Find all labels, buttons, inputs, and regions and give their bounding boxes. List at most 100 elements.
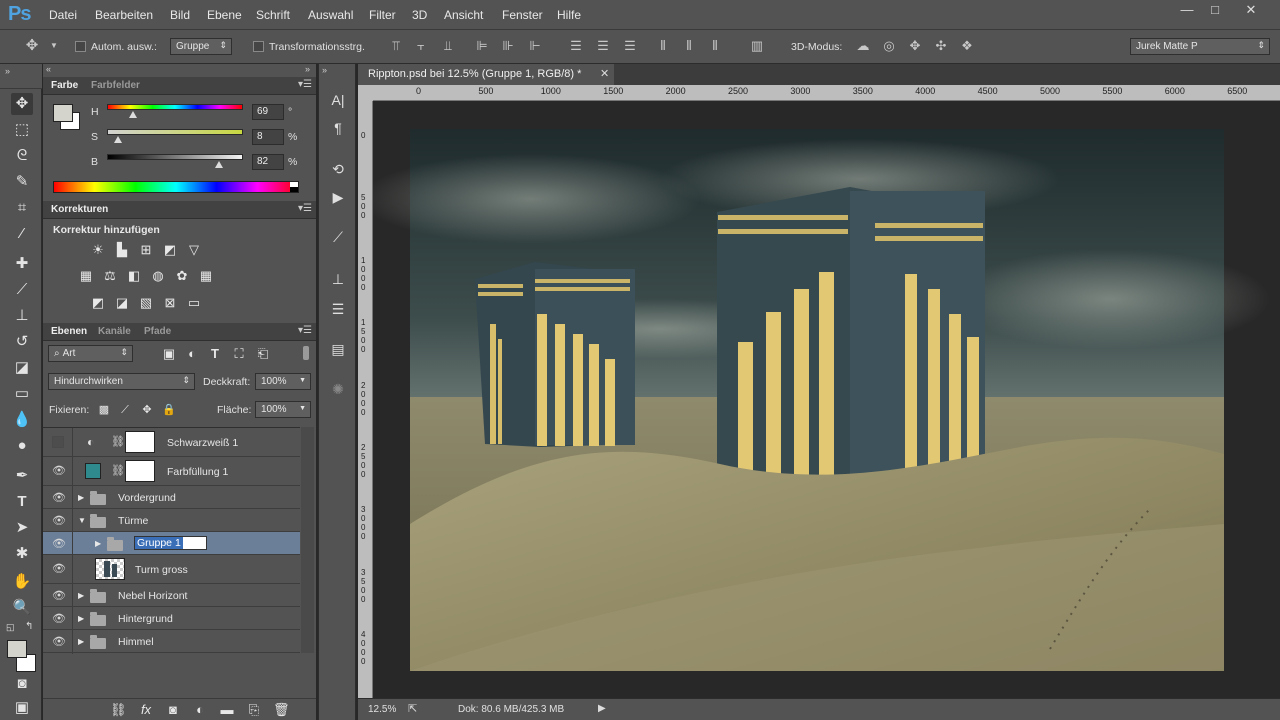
- layer-mask-thumbnail[interactable]: [125, 431, 155, 453]
- curves-icon[interactable]: ⊞: [138, 243, 154, 257]
- distribute-bottom-icon[interactable]: ☰: [622, 38, 638, 54]
- black-white-icon[interactable]: ◧: [126, 269, 142, 283]
- paragraph-panel-icon[interactable]: ¶: [329, 119, 347, 137]
- zoom-tool-icon[interactable]: 🔍: [11, 597, 33, 619]
- saturation-slider[interactable]: [107, 129, 243, 135]
- fill-field[interactable]: 100% ▼: [255, 401, 311, 418]
- eyedropper-tool-icon[interactable]: ⁄: [11, 223, 33, 245]
- align-right-icon[interactable]: ⊩: [527, 38, 543, 54]
- menu-ebene[interactable]: Ebene: [207, 8, 242, 22]
- add-mask-icon[interactable]: ◙: [165, 703, 181, 717]
- hue-slider[interactable]: [107, 104, 243, 110]
- clone-source-icon[interactable]: ⊥: [329, 270, 347, 288]
- lock-position-icon[interactable]: ✥: [139, 403, 155, 417]
- filter-adjustment-icon[interactable]: ◐: [184, 347, 200, 361]
- align-top-icon[interactable]: ⫪: [388, 38, 404, 54]
- align-bottom-icon[interactable]: ⫫: [440, 38, 456, 54]
- quick-select-tool-icon[interactable]: ✎: [11, 171, 33, 193]
- color-spectrum-bar[interactable]: [53, 181, 299, 193]
- filter-toggle[interactable]: [303, 346, 309, 360]
- actions-panel-icon[interactable]: ▶: [329, 188, 347, 206]
- menu-schrift[interactable]: Schrift: [256, 8, 290, 22]
- expand-triangle-icon[interactable]: ▶: [78, 591, 84, 600]
- crop-tool-icon[interactable]: ⌗: [11, 197, 33, 219]
- distribute-left-icon[interactable]: ⦀: [655, 38, 671, 54]
- brightness-slider-thumb[interactable]: [214, 161, 223, 168]
- minimize-button[interactable]: —: [1174, 2, 1200, 20]
- menu-hilfe[interactable]: Hilfe: [557, 8, 581, 22]
- layer-row-nebel-horizont[interactable]: 👁 ▶ Nebel Horizont: [43, 584, 300, 607]
- lock-pixels-icon[interactable]: ⟋: [117, 403, 133, 417]
- vertical-ruler[interactable]: 0 500 1000 1500 2000 2500 3000 3500 4000: [358, 101, 373, 698]
- maximize-button[interactable]: □: [1202, 2, 1228, 20]
- collapse-icon[interactable]: »: [322, 65, 327, 75]
- gradient-tool-icon[interactable]: ▭: [11, 383, 33, 405]
- new-group-icon[interactable]: ▬: [219, 703, 235, 717]
- eye-icon[interactable]: 👁: [52, 491, 66, 505]
- move-tool-icon[interactable]: ✥: [11, 93, 33, 115]
- lasso-tool-icon[interactable]: ᘓ: [11, 145, 33, 167]
- invert-icon[interactable]: ◩: [90, 296, 106, 310]
- fill-color-thumbnail[interactable]: [85, 463, 101, 479]
- dodge-tool-icon[interactable]: ●: [11, 435, 33, 457]
- canvas-area[interactable]: [373, 101, 1280, 698]
- move-tool-preset-icon[interactable]: ✥: [24, 38, 40, 54]
- posterize-icon[interactable]: ◪: [114, 296, 130, 310]
- layer-row-tuerme[interactable]: 👁 ▼ Türme: [43, 509, 300, 532]
- panel-menu-icon[interactable]: ▾☰: [298, 325, 312, 336]
- link-layers-icon[interactable]: ⛓: [110, 703, 127, 717]
- properties-panel-icon[interactable]: ☰: [329, 300, 347, 318]
- path-select-tool-icon[interactable]: ➤: [11, 517, 33, 539]
- close-window-button[interactable]: ✕: [1238, 2, 1264, 20]
- chevron-down-icon[interactable]: ▼: [46, 38, 62, 54]
- menu-fenster[interactable]: Fenster: [502, 8, 543, 22]
- transform-controls-checkbox[interactable]: [253, 41, 264, 52]
- menu-datei[interactable]: Datei: [49, 8, 77, 22]
- brightness-contrast-icon[interactable]: ☀: [90, 243, 106, 257]
- tab-ebenen[interactable]: Ebenen: [51, 326, 87, 337]
- eraser-tool-icon[interactable]: ◪: [11, 357, 33, 379]
- blend-mode-dropdown[interactable]: Hindurchwirken ⇕: [48, 373, 195, 390]
- expand-icon[interactable]: «: [46, 64, 51, 74]
- hue-value[interactable]: 69: [252, 104, 284, 120]
- brightness-slider[interactable]: [107, 154, 243, 160]
- opacity-field[interactable]: 100% ▼: [255, 373, 311, 390]
- panel-menu-icon[interactable]: ▾☰: [298, 79, 312, 90]
- roll-3d-icon[interactable]: ◎: [881, 38, 897, 54]
- layers-scrollbar[interactable]: [301, 427, 314, 653]
- filter-pixel-icon[interactable]: ▣: [161, 347, 177, 361]
- artwork-canvas[interactable]: [373, 101, 1280, 698]
- distribute-top-icon[interactable]: ☰: [568, 38, 584, 54]
- foreground-color-swatch[interactable]: [7, 640, 27, 658]
- eye-icon[interactable]: 👁: [52, 635, 66, 649]
- layer-row-gruppe-1-selected[interactable]: 👁 ▶ Gruppe 1: [43, 532, 300, 555]
- layer-row-turm-gross[interactable]: 👁 Turm gross: [43, 555, 300, 584]
- distribute-hcenter-icon[interactable]: ⦀: [681, 38, 697, 54]
- rotate-3d-icon[interactable]: ☁: [855, 38, 871, 54]
- swap-colors-icon[interactable]: ↰: [25, 621, 33, 632]
- hand-tool-icon[interactable]: ✋: [11, 571, 33, 593]
- photo-filter-icon[interactable]: ◍: [150, 269, 166, 283]
- levels-icon[interactable]: ▙: [114, 243, 130, 257]
- character-panel-icon[interactable]: A|: [329, 91, 347, 109]
- healing-brush-tool-icon[interactable]: ✚: [11, 253, 33, 275]
- panel-menu-icon[interactable]: ▾☰: [298, 203, 312, 214]
- shape-tool-icon[interactable]: ✱: [11, 543, 33, 565]
- expand-triangle-icon[interactable]: ▶: [78, 637, 84, 646]
- expand-triangle-icon[interactable]: ▶: [78, 614, 84, 623]
- auto-select-checkbox[interactable]: [75, 41, 86, 52]
- layer-filter-dropdown[interactable]: ⌕ Art ⇕: [48, 345, 133, 362]
- layer-comps-icon[interactable]: ▤: [329, 340, 347, 358]
- layer-style-fx-icon[interactable]: fx: [138, 703, 154, 717]
- layer-rename-input[interactable]: Gruppe 1: [134, 536, 207, 550]
- default-colors-icon[interactable]: ◱: [6, 622, 15, 633]
- layer-row-farbfuellung[interactable]: 👁 ⛓ Farbfüllung 1: [43, 457, 300, 486]
- history-panel-icon[interactable]: ⟲: [329, 160, 347, 178]
- menu-bild[interactable]: Bild: [170, 8, 190, 22]
- layer-thumbnail[interactable]: [95, 558, 125, 580]
- menu-auswahl[interactable]: Auswahl: [308, 8, 353, 22]
- auto-select-dropdown[interactable]: Gruppe ⇕: [170, 38, 232, 55]
- filter-type-icon[interactable]: T: [207, 347, 223, 361]
- layer-mask-thumbnail[interactable]: [125, 460, 155, 482]
- selective-color-icon[interactable]: ⊠: [162, 296, 178, 310]
